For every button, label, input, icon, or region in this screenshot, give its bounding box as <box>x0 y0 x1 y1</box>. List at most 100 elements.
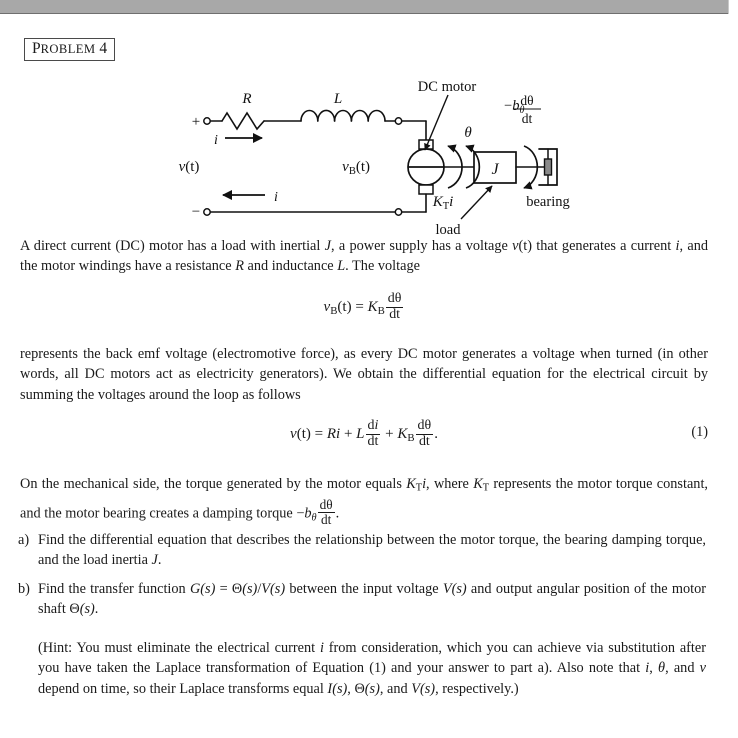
backemf-derivative-fraction: dθ dt <box>385 291 404 323</box>
list-item-a: a) Find the differential equation that d… <box>18 530 706 571</box>
hint-comma-1: , <box>649 660 659 677</box>
dc-motor-circuit-figure: R L i i + − v(t) vB(t) KTi θ J DC motor <box>0 64 729 236</box>
loop-voltage-equation: v(t) = Ri + Ldi dt + KB dθ dt. (1) <box>20 418 708 450</box>
hint-text-5: , and <box>379 680 412 697</box>
caption-bearing: bearing <box>526 194 569 210</box>
list-item-b: b) Find the transfer function G(s) = Θ(s… <box>18 579 706 620</box>
viewer-top-scrollbar[interactable] <box>0 0 729 14</box>
document-page: PROBLEM 4 R L i i + − v(t) vB(t) KTi θ J… <box>0 14 729 738</box>
item-b-equals: = <box>215 581 232 597</box>
eq1-num-1: di <box>367 418 379 433</box>
backemf-equals: = <box>355 299 364 316</box>
hint-v: v <box>699 660 707 677</box>
eq1-plus-2: + <box>385 426 394 443</box>
label-terminal-minus: − <box>192 204 200 220</box>
load-leader <box>460 185 493 220</box>
label-inertia-J: J <box>491 161 499 178</box>
dc-motor-leader <box>424 94 449 151</box>
eq1-K: K <box>397 426 408 443</box>
backemf-K-sub: B <box>377 304 385 317</box>
backemf-v-arg: (t) <box>337 299 352 316</box>
hint-text-6: , respectively.) <box>435 680 519 697</box>
label-damping-torque: −bθ dθ dt <box>504 93 541 126</box>
label-inductance-L: L <box>333 91 342 107</box>
item-b-text-2: between the input voltage <box>285 581 443 597</box>
resistor-symbol <box>221 111 265 131</box>
caption-load: load <box>436 222 462 236</box>
caption-dc-motor: DC motor <box>418 79 477 95</box>
mech-b-sub: θ <box>311 512 317 524</box>
eq1-R: R <box>326 426 337 443</box>
item-b-V2: V <box>442 581 452 597</box>
mech-num: dθ <box>319 496 333 512</box>
item-b-V-arg: (s) <box>270 581 286 597</box>
eq1-v-arg: (t) <box>296 426 311 443</box>
item-b-G-arg: (s) <box>200 581 216 597</box>
list-marker-a: a) <box>18 532 30 548</box>
item-b-period: . <box>94 601 99 618</box>
hint-V: V <box>411 680 420 697</box>
label-current-bottom: i <box>274 190 278 205</box>
mech-text-1: On the mechanical side, the torque gener… <box>20 476 407 492</box>
list-item-a-body: Find the differential equation that desc… <box>38 530 706 571</box>
intro-text-5: and inductance <box>243 258 338 275</box>
terminal-node-top-right <box>394 117 403 125</box>
eq1-den-1: dt <box>365 433 381 449</box>
item-b-text-1: Find the transfer function <box>38 581 190 597</box>
intro-text-2: , a power supply has a voltage <box>331 238 513 254</box>
backemf-K: K <box>367 299 378 316</box>
problem-label-rest: ROBLEM <box>40 42 96 56</box>
symbol-L: L <box>337 258 346 275</box>
motor-brush-bottom <box>418 184 434 195</box>
item-a-period: . <box>157 552 162 569</box>
eq1-plus-1: + <box>343 426 353 443</box>
intro-text-1: A direct current (DC) motor has a load w… <box>20 238 325 254</box>
problem-heading-badge: PROBLEM 4 <box>24 38 116 62</box>
label-current-top: i <box>214 133 218 148</box>
eq1-den-2: dt <box>415 433 434 450</box>
hint-V-arg: (s) <box>419 680 436 697</box>
problem-number: 4 <box>99 40 108 57</box>
hint-paragraph: (Hint: You must eliminate the electrical… <box>38 638 706 699</box>
item-b-Theta: Θ <box>231 581 243 597</box>
label-motor-torque: KTi <box>432 194 454 212</box>
problem-label-first-letter: P <box>32 40 41 57</box>
item-b-V2-arg: (s) <box>451 581 467 597</box>
mechanical-side-paragraph: On the mechanical side, the torque gener… <box>20 472 708 527</box>
hint-text-3: , and <box>665 660 700 677</box>
list-item-b-body: Find the transfer function G(s) = Θ(s)/V… <box>38 579 706 620</box>
item-b-Theta-arg: (s) <box>242 581 258 597</box>
eq1-i: i <box>336 426 341 443</box>
damping-fraction-numerator: dθ <box>520 93 533 108</box>
mech-K2: K <box>473 476 483 492</box>
item-b-Theta2-arg: (s) <box>79 601 95 618</box>
mech-text-2: , where <box>426 476 474 492</box>
hint-text-4: depend on time, so their Laplace transfo… <box>38 680 328 697</box>
label-back-emf-voltage: vB(t) <box>342 159 370 177</box>
inductor-symbol <box>300 109 386 122</box>
intro-text-3: that generates a current <box>531 238 676 254</box>
hint-Theta-arg: (s) <box>364 680 380 697</box>
intro-paragraph: A direct current (DC) motor has a load w… <box>20 236 708 277</box>
symbol-v-arg: (t) <box>518 238 532 254</box>
eq1-period: . <box>434 426 438 443</box>
mech-K: K <box>406 476 416 492</box>
item-b-Theta2: Θ <box>69 601 80 618</box>
hint-text-1: (Hint: You must eliminate the electrical… <box>38 640 320 656</box>
label-theta: θ <box>464 125 472 141</box>
eq1-K-sub: B <box>407 431 415 444</box>
mech-damping-fraction: dθ dt <box>317 496 335 527</box>
hint-I-arg: (s) <box>332 680 348 697</box>
backemf-den: dt <box>385 306 404 323</box>
eq1-num-2: dθ <box>417 418 432 433</box>
eq1-dtheta-dt-fraction: dθ dt <box>415 418 434 450</box>
back-emf-paragraph: represents the back emf voltage (electro… <box>20 346 708 403</box>
backemf-num: dθ <box>387 291 402 306</box>
back-emf-equation: vB(t) = KB dθ dt <box>20 291 708 323</box>
label-resistance-R: R <box>241 91 251 107</box>
current-arrows <box>221 132 265 201</box>
label-terminal-plus: + <box>192 114 200 130</box>
item-b-G: G <box>189 581 201 597</box>
terminal-node-bottom-right <box>394 208 403 216</box>
eq1-L: L <box>356 426 365 443</box>
